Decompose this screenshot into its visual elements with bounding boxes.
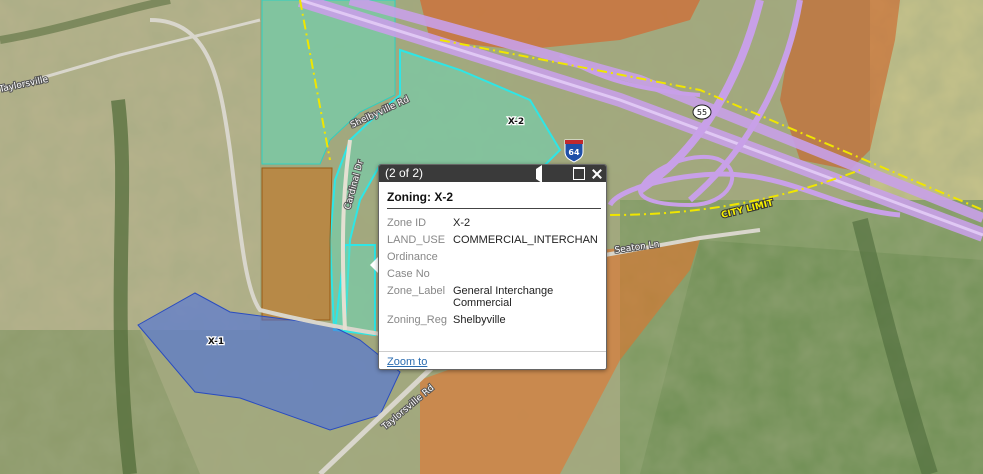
zone-brown[interactable] (261, 167, 333, 321)
zone-label-x2: X-2 (508, 117, 524, 127)
attribute-row: Zone ID X-2 (387, 217, 601, 234)
popup-counter: (2 of 2) (385, 166, 424, 180)
attribute-table: Zone ID X-2 LAND_USE COMMERCIAL_INTERCHAN Or… (387, 217, 601, 331)
attribute-row: LAND_USE COMMERCIAL_INTERCHAN (387, 234, 601, 251)
attribute-name: Case No (387, 268, 430, 280)
close-icon[interactable] (592, 169, 602, 179)
interstate-number: 64 (568, 148, 580, 157)
attribute-name: Zone_Label (387, 285, 446, 297)
interstate-shield-icon: 64 (564, 139, 584, 163)
attribute-row: Case No (387, 268, 601, 285)
attribute-row: Zoning_Reg Shelbyville (387, 314, 601, 331)
maximize-icon[interactable] (573, 167, 585, 180)
attribute-value (453, 251, 601, 268)
attribute-value: X-2 (453, 217, 471, 229)
attribute-value (453, 268, 601, 285)
attribute-name: LAND_USE (387, 234, 446, 246)
info-popup: (2 of 2) Zoning: X-2 Zone ID X-2 LAND_USE C… (378, 164, 607, 370)
attribute-row: Zone_Label General Interchange Commercial (387, 285, 601, 314)
attribute-row: Ordinance (387, 251, 601, 268)
state-route-shield-icon: 55 (692, 104, 712, 120)
attribute-name: Ordinance (387, 251, 438, 263)
previous-feature-icon[interactable] (526, 165, 542, 183)
zoom-to-link[interactable]: Zoom to (387, 356, 427, 368)
attribute-value: COMMERCIAL_INTERCHAN (453, 234, 598, 246)
attribute-value: General Interchange Commercial (453, 285, 554, 309)
attribute-value: Shelbyville (453, 314, 506, 326)
popup-title: Zoning: X-2 (387, 190, 601, 209)
zone-label-x1: X-1 (208, 337, 224, 347)
popup-footer: Zoom to (379, 351, 606, 369)
state-route-number: 55 (697, 108, 707, 117)
attribute-name: Zoning_Reg (387, 314, 447, 326)
attribute-name: Zone ID (387, 217, 427, 229)
popup-content: Zoning: X-2 Zone ID X-2 LAND_USE COMMERCIAL… (379, 182, 606, 342)
popup-titlebar: (2 of 2) (379, 165, 606, 183)
